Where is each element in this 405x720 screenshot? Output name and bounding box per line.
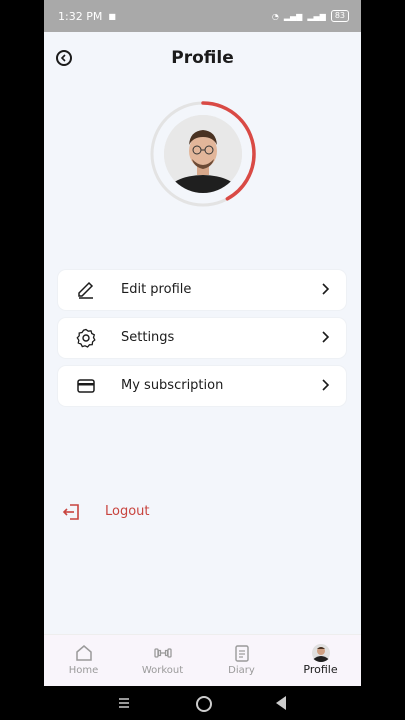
tab-label: Diary [228, 665, 255, 676]
notebook-icon [235, 645, 249, 662]
pencil-icon [78, 281, 94, 299]
home-icon [76, 645, 92, 661]
screen-record-icon: ■ [108, 11, 116, 21]
tab-label: Workout [141, 665, 184, 676]
menu-item-edit-profile[interactable]: Edit profile [58, 270, 346, 310]
chevron-right-icon [322, 283, 330, 295]
profile-avatar-block[interactable] [149, 100, 257, 208]
chevron-right-icon [322, 379, 330, 391]
menu-item-label: My subscription [121, 378, 224, 393]
status-icons: ◔ ▂▄▆ ▂▄▆ 83 [272, 10, 349, 22]
page-header: Profile [44, 40, 361, 76]
logout-label: Logout [105, 504, 150, 519]
status-time: 1:32 PM [58, 9, 103, 23]
system-nav-bar [0, 686, 405, 720]
battery-icon: 83 [330, 10, 349, 22]
credit-card-icon [77, 379, 95, 393]
gear-icon [76, 328, 96, 348]
wifi-icon: ◔ [271, 11, 279, 21]
avatar-icon [312, 644, 330, 662]
tab-home[interactable]: Home [44, 635, 123, 687]
tab-diary[interactable]: Diary [202, 635, 281, 687]
page-title: Profile [171, 48, 234, 68]
status-bar: 1:32 PM ■ ◔ ▂▄▆ ▂▄▆ 83 [44, 0, 361, 32]
signal-icon: ▂▄▆ [283, 11, 303, 21]
menu-item-label: Edit profile [121, 282, 192, 297]
tab-label: Home [68, 665, 99, 676]
menu-item-settings[interactable]: Settings [58, 318, 346, 358]
chevron-right-icon [322, 331, 330, 343]
avatar [164, 115, 242, 193]
tab-label: Profile [303, 663, 338, 676]
recent-apps-icon[interactable] [118, 697, 130, 709]
tab-workout[interactable]: Workout [123, 635, 202, 687]
dumbbell-icon [154, 648, 172, 658]
tab-profile[interactable]: Profile [281, 635, 360, 687]
logout-icon [62, 504, 79, 520]
menu-item-label: Settings [121, 330, 175, 345]
bottom-tab-bar: Home Workout Diary Profile [44, 634, 361, 687]
user-photo [164, 115, 242, 193]
signal-icon-2: ▂▄▆ [307, 11, 326, 21]
back-nav-icon[interactable] [276, 696, 286, 710]
menu-item-subscription[interactable]: My subscription [58, 366, 346, 406]
phone-screen: 1:32 PM ■ ◔ ▂▄▆ ▂▄▆ 83 Profile Edit prof… [44, 0, 361, 720]
home-nav-icon[interactable] [196, 696, 212, 712]
logout-button[interactable]: Logout [62, 502, 182, 522]
